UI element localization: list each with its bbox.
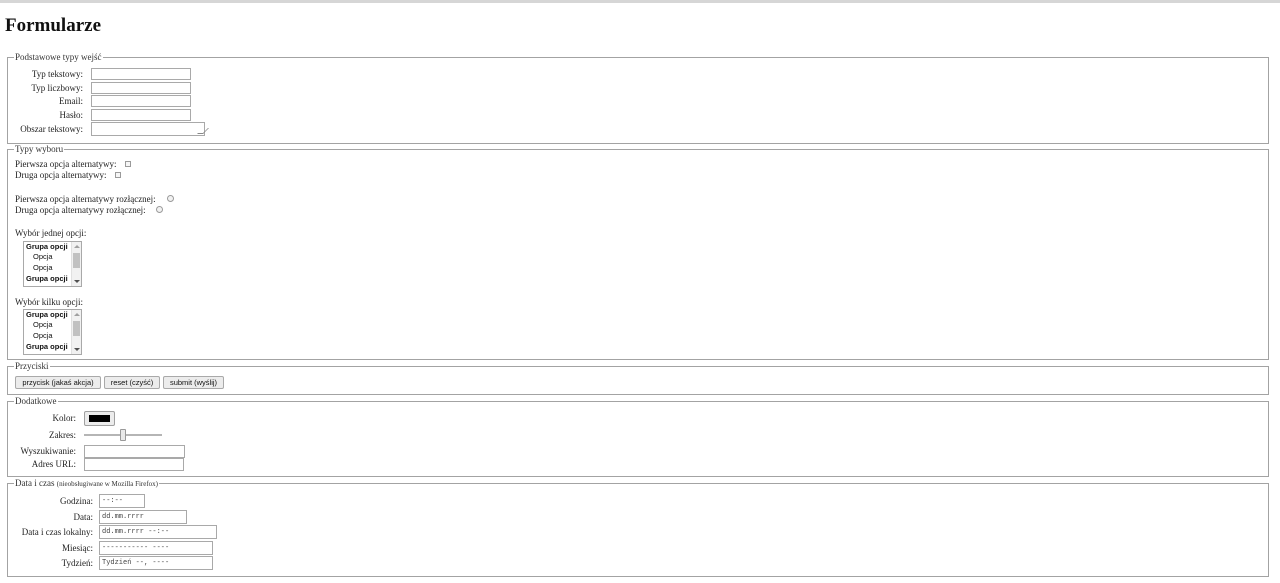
textarea-input[interactable] [91, 122, 209, 136]
select-scrollbar[interactable] [71, 242, 81, 286]
url-input[interactable] [84, 458, 184, 471]
select-option[interactable]: Opcja [33, 320, 53, 331]
buttons-legend: Przyciski [14, 361, 50, 372]
radio1[interactable] [167, 195, 174, 202]
time-input[interactable]: --:-- [99, 494, 145, 508]
datetime-legend: Data i czas (nieobsługiwane w Mozilla Fi… [14, 478, 160, 490]
textarea-resize-grip[interactable] [197, 128, 209, 134]
choice-types-fieldset: Typy wyboru Pierwsza opcja alternatywy: … [7, 144, 1269, 360]
scroll-down-icon[interactable] [74, 280, 80, 283]
datetime-local-label: Data i czas lokalny: [21, 527, 93, 537]
basic-inputs-fieldset: Podstawowe typy wejść Typ tekstowy: Typ … [7, 52, 1269, 144]
password-input[interactable] [91, 109, 191, 121]
scroll-up-icon[interactable] [74, 313, 80, 316]
browser-top-border [0, 0, 1280, 3]
radio2[interactable] [156, 206, 163, 213]
checkbox1[interactable] [125, 161, 131, 167]
week-input[interactable]: Tydzień --, ---- [99, 556, 213, 570]
textarea-label: Obszar tekstowy: [20, 124, 83, 134]
buttons-fieldset: Przyciski przycisk (jakaś akcja) reset (… [7, 361, 1269, 395]
range-label: Zakres: [49, 430, 76, 440]
select-option-group[interactable]: Grupa opcji [26, 274, 68, 285]
date-label: Data: [73, 512, 94, 522]
action-button[interactable]: przycisk (jakaś akcja) [15, 376, 101, 389]
email-input-label: Email: [59, 96, 83, 106]
radio1-label: Pierwsza opcja alternatywy rozłącznej: [15, 194, 156, 204]
range-slider[interactable] [84, 429, 162, 441]
search-label: Wyszukiwanie: [20, 446, 76, 456]
number-input-label: Typ liczbowy: [31, 83, 83, 93]
radio2-label: Druga opcja alternatywy rozłącznej: [15, 205, 146, 215]
month-input[interactable]: ----------- ---- [99, 541, 213, 555]
date-input[interactable]: dd.mm.rrrr [99, 510, 187, 524]
multi-select-label: Wybór kilku opcji: [15, 297, 83, 307]
text-input[interactable] [91, 68, 191, 80]
url-label: Adres URL: [31, 459, 76, 469]
checkbox2-label: Druga opcja alternatywy: [15, 170, 107, 180]
select-option[interactable]: Opcja [33, 252, 53, 263]
scroll-thumb[interactable] [73, 253, 80, 268]
email-input[interactable] [91, 95, 191, 107]
color-picker[interactable] [84, 411, 115, 426]
datetime-legend-text: Data i czas [15, 478, 55, 488]
datetime-local-input[interactable]: dd.mm.rrrr --:-- [99, 525, 217, 539]
range-thumb[interactable] [120, 429, 126, 441]
scroll-thumb[interactable] [73, 321, 80, 336]
select-option[interactable]: Opcja [33, 263, 53, 274]
scroll-up-icon[interactable] [74, 245, 80, 248]
select-option-group[interactable]: Grupa opcji [26, 242, 68, 253]
reset-button[interactable]: reset (czyść) [104, 376, 160, 389]
basic-inputs-legend: Podstawowe typy wejść [14, 52, 103, 63]
extra-fieldset: Dodatkowe Kolor: Zakres: Wyszukiwanie: A… [7, 396, 1269, 477]
password-input-label: Hasło: [59, 110, 84, 120]
time-label: Godzina: [60, 496, 93, 506]
single-select-label: Wybór jednej opcji: [15, 228, 87, 238]
datetime-fieldset: Data i czas (nieobsługiwane w Mozilla Fi… [7, 478, 1269, 577]
select-option-group[interactable]: Grupa opcji [26, 310, 68, 321]
datetime-legend-note: (nieobsługiwane w Mozilla Firefox) [56, 480, 159, 488]
choice-types-legend: Typy wyboru [14, 144, 65, 155]
select-option-group[interactable]: Grupa opcji [26, 342, 68, 353]
page-title: Formularze [5, 15, 102, 36]
month-label: Miesiąc: [62, 543, 93, 553]
extra-legend: Dodatkowe [14, 396, 58, 407]
checkbox1-label: Pierwsza opcja alternatywy: [15, 159, 117, 169]
number-input[interactable] [91, 82, 191, 94]
single-select-list[interactable]: Grupa opcji Opcja Opcja Grupa opcji [23, 241, 82, 287]
scroll-down-icon[interactable] [74, 348, 80, 351]
search-input[interactable] [84, 445, 185, 458]
color-label: Kolor: [52, 413, 77, 423]
multi-select-list[interactable]: Grupa opcji Opcja Opcja Grupa opcji [23, 309, 82, 355]
submit-button[interactable]: submit (wyślij) [163, 376, 224, 389]
checkbox2[interactable] [115, 172, 121, 178]
select-option[interactable]: Opcja [33, 331, 53, 342]
select-scrollbar[interactable] [71, 310, 81, 354]
week-label: Tydzień: [61, 558, 93, 568]
text-input-label: Typ tekstowy: [31, 69, 83, 79]
color-swatch [89, 415, 110, 422]
